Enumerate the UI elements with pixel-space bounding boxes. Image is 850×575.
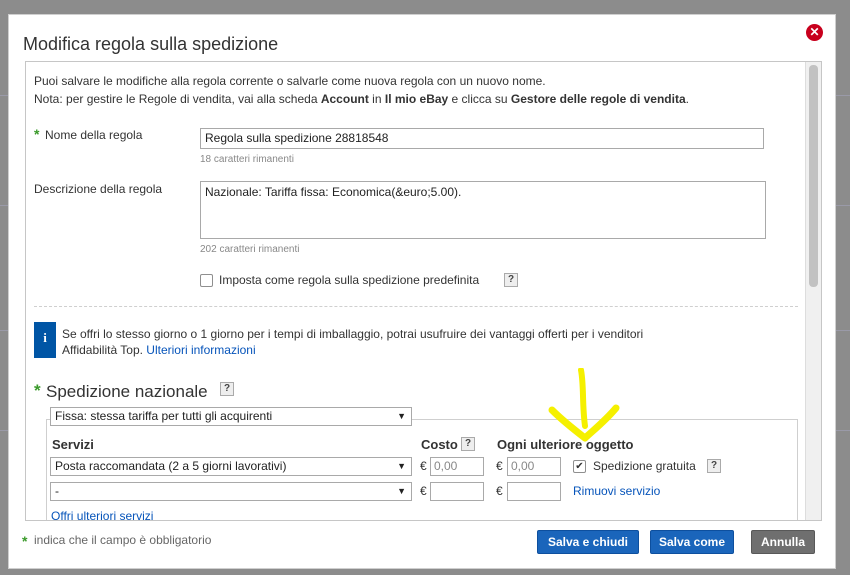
required-field-note: indica che il campo è obbligatorio (34, 533, 212, 547)
services-column-header: Servizi (52, 437, 94, 452)
required-star: * (22, 533, 28, 549)
shipping-service-value-2: - (55, 484, 59, 498)
scrollbar[interactable] (805, 62, 821, 520)
help-icon[interactable]: ? (707, 459, 721, 473)
save-as-button[interactable]: Salva come (650, 530, 734, 554)
currency-symbol: € (420, 484, 427, 498)
shipping-service-select-2[interactable]: - ▼ (50, 482, 412, 501)
intro-account: Account (320, 92, 369, 106)
section-divider (34, 306, 798, 307)
save-and-close-button[interactable]: Salva e chiudi (537, 530, 639, 554)
top-rated-info-line-1: Se offri lo stesso giorno o 1 giorno per… (62, 327, 644, 341)
currency-symbol: € (496, 484, 503, 498)
policy-description-label: Descrizione della regola (34, 182, 163, 196)
intro-note-prefix: Nota: per gestire le Regole di vendita, … (34, 92, 321, 106)
dialog-title: Modifica regola sulla spedizione (23, 34, 279, 54)
chevron-down-icon: ▼ (397, 411, 406, 421)
close-icon[interactable]: ✕ (806, 24, 823, 41)
free-shipping-label: Spedizione gratuita (593, 459, 696, 473)
policy-name-input[interactable]: Regola sulla spedizione 28818548 (200, 128, 764, 149)
top-rated-text: Affidabilità Top. (62, 343, 147, 357)
policy-description-remaining: 202 caratteri rimanenti (200, 244, 300, 255)
edit-shipping-policy-dialog: Modifica regola sulla spedizione ✕ Puoi … (8, 14, 836, 569)
policy-name-label: Nome della regola (45, 128, 143, 142)
free-shipping-checkbox[interactable]: ✔ (573, 460, 586, 473)
shipping-type-value: Fissa: stessa tariffa per tutti gli acqu… (55, 409, 273, 423)
intro-text: Puoi salvare le modifiche alla regola co… (34, 72, 794, 108)
shipping-service-value: Posta raccomandata (2 a 5 giorni lavorat… (55, 459, 287, 473)
default-policy-checkbox[interactable] (200, 274, 213, 287)
help-icon[interactable]: ? (504, 273, 518, 287)
shipping-cost-input-2[interactable] (430, 482, 484, 501)
required-star: * (34, 381, 41, 400)
required-star: * (34, 126, 40, 142)
intro-in: in (368, 92, 385, 106)
currency-symbol: € (496, 459, 503, 473)
shipping-service-select[interactable]: Posta raccomandata (2 a 5 giorni lavorat… (50, 457, 412, 476)
policy-description-textarea[interactable]: Nazionale: Tariffa fissa: Economica(&eur… (200, 181, 766, 239)
chevron-down-icon: ▼ (397, 486, 406, 496)
intro-line-2: Nota: per gestire le Regole di vendita, … (34, 90, 794, 108)
currency-symbol: € (420, 459, 427, 473)
intro-my-ebay: Il mio eBay (384, 92, 449, 106)
additional-item-cost-input-2[interactable] (507, 482, 561, 501)
arrow-down-annotation-icon (548, 368, 620, 442)
intro-policy-manager: Gestore delle regole di vendita (510, 92, 686, 106)
default-policy-label: Imposta come regola sulla spedizione pre… (219, 273, 480, 287)
top-rated-info-line-2: Affidabilità Top. Ulteriori informazioni (62, 342, 792, 358)
remove-service-link[interactable]: Rimuovi servizio (573, 484, 660, 498)
cancel-button[interactable]: Annulla (751, 530, 815, 554)
dialog-scroll-area[interactable]: Puoi salvare le modifiche alla regola co… (25, 61, 822, 521)
chevron-down-icon: ▼ (397, 461, 406, 471)
help-icon[interactable]: ? (461, 437, 475, 451)
additional-item-cost-input[interactable]: 0,00 (507, 457, 561, 476)
help-icon[interactable]: ? (220, 382, 234, 396)
info-icon: i (34, 322, 56, 358)
shipping-type-select[interactable]: Fissa: stessa tariffa per tutti gli acqu… (50, 407, 412, 426)
offer-more-services-link[interactable]: Offri ulteriori servizi (51, 509, 153, 520)
intro-click-on: e clicca su (448, 92, 511, 106)
policy-name-remaining: 18 caratteri rimanenti (200, 154, 294, 165)
scrollbar-thumb[interactable] (809, 65, 818, 287)
cost-column-header: Costo (421, 437, 458, 452)
domestic-shipping-title: Spedizione nazionale (46, 382, 208, 401)
intro-line-1: Puoi salvare le modifiche alla regola co… (34, 74, 546, 88)
more-info-link[interactable]: Ulteriori informazioni (146, 343, 255, 357)
shipping-cost-input[interactable]: 0,00 (430, 457, 484, 476)
intro-end: . (685, 92, 689, 106)
top-rated-info: Se offri lo stesso giorno o 1 giorno per… (62, 326, 792, 358)
